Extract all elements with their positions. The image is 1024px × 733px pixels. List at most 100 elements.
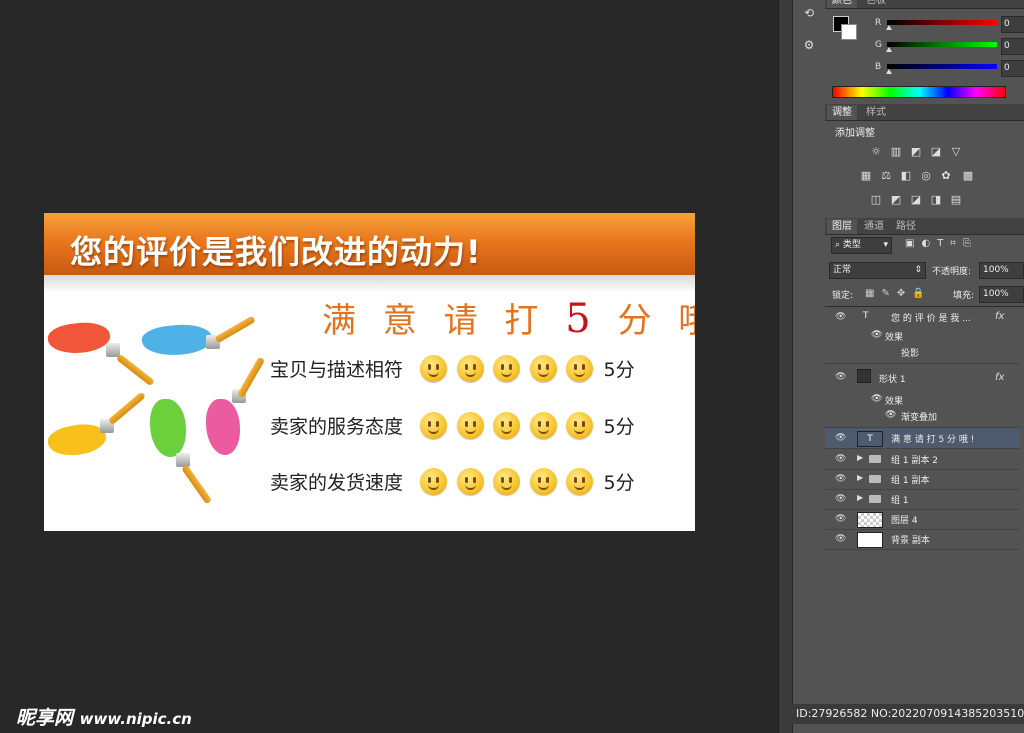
fill-input[interactable]: 100% — [979, 286, 1024, 303]
eye-icon[interactable]: 👁 — [835, 312, 846, 322]
eye-icon[interactable]: 👁 — [835, 433, 846, 443]
tab-paths[interactable]: 路径 — [891, 219, 921, 234]
slogan-number: 5 — [565, 296, 599, 342]
history-icon[interactable]: ⟲ — [801, 6, 817, 20]
exposure-icon[interactable]: ◪ — [929, 146, 943, 158]
color-balance-icon[interactable]: ⚖ — [879, 170, 893, 182]
layer-filter-kind[interactable]: ⌕ 类型 ▾ — [831, 237, 892, 254]
red-gradient — [887, 20, 997, 25]
eye-icon[interactable]: 👁 — [871, 394, 882, 404]
lock-label: 锁定: — [832, 291, 854, 301]
curves-icon[interactable]: ◩ — [909, 146, 923, 158]
tab-layers[interactable]: 图层 — [827, 219, 857, 234]
red-thumb[interactable] — [886, 25, 892, 30]
eye-icon[interactable]: 👁 — [835, 372, 846, 382]
lock-position-icon[interactable]: ✥ — [897, 288, 912, 299]
blue-slider[interactable]: B 0 — [875, 60, 1024, 77]
color-spectrum[interactable] — [832, 86, 1006, 98]
rating-score: 5分 — [603, 415, 635, 438]
vibrance-icon[interactable]: ▽ — [949, 146, 963, 158]
lock-transparent-icon[interactable]: ▦ — [865, 288, 881, 299]
slogan-pre: 满 意 请 打 — [322, 301, 547, 341]
folder-icon — [869, 455, 881, 463]
threshold-icon[interactable]: ◪ — [909, 194, 923, 206]
green-slider[interactable]: G 0 — [875, 38, 1024, 55]
red-slider[interactable]: R 0 — [875, 16, 1024, 33]
smiley-icon — [420, 467, 447, 495]
effect-row-gradient-overlay[interactable]: 👁 渐变叠加 — [825, 409, 1020, 428]
layer-row[interactable]: 👁 ▶ 组 1 — [825, 489, 1020, 510]
smiley-icon — [456, 411, 484, 439]
tab-channels[interactable]: 通道 — [859, 219, 889, 234]
layer-row[interactable]: 👁 背景 副本 — [825, 529, 1020, 550]
black-white-icon[interactable]: ◧ — [899, 170, 913, 182]
rating-score: 5分 — [603, 358, 635, 381]
channel-mixer-icon[interactable]: ✿ — [939, 170, 953, 182]
levels-icon[interactable]: ▥ — [889, 146, 903, 158]
red-value[interactable]: 0 — [1001, 16, 1024, 33]
lock-pixels-icon[interactable]: ✎ — [881, 288, 896, 299]
blend-mode-select[interactable]: 正常 ⇕ — [829, 262, 926, 279]
expand-arrow-icon[interactable]: ▶ — [857, 453, 863, 462]
blue-value[interactable]: 0 — [1001, 60, 1024, 77]
hue-saturation-icon[interactable]: ▦ — [859, 170, 873, 182]
effect-label: 效果 — [885, 397, 904, 407]
effects-row[interactable]: 👁 效果 — [825, 393, 1020, 409]
document-canvas[interactable]: 您的评价是我们改进的动力! 满 意 请 打 5 分 哦 ! 宝贝与描述相符 — [44, 213, 695, 531]
invert-icon[interactable]: ◫ — [869, 194, 883, 206]
blue-thumb[interactable] — [886, 69, 892, 74]
brightness-icon[interactable]: ☼ — [869, 146, 883, 158]
layer-name: 组 1 副本 2 — [891, 456, 939, 466]
color-panel-tabs: 颜色 色板 — [825, 0, 1024, 9]
layers-panel-tabs: 图层 通道 路径 — [825, 218, 1024, 235]
tab-adjustments[interactable]: 调整 — [827, 105, 857, 120]
chevron-down-icon: ⇕ — [914, 265, 922, 275]
fx-icon: fx — [995, 311, 1005, 322]
properties-icon[interactable]: ⚙ — [801, 38, 817, 52]
selective-color-icon[interactable]: ◨ — [929, 194, 943, 206]
canvas-area[interactable]: 您的评价是我们改进的动力! 满 意 请 打 5 分 哦 ! 宝贝与描述相符 — [0, 0, 778, 733]
opacity-value: 100% — [983, 265, 1009, 275]
tab-styles[interactable]: 样式 — [861, 105, 891, 120]
expand-arrow-icon[interactable]: ▶ — [857, 493, 863, 502]
layer-row[interactable]: 👁 T 您 的 评 价 是 我 ... fx — [825, 307, 1020, 329]
brush-handle-pink — [236, 356, 266, 399]
layer-row[interactable]: 👁 形状 1 fx — [825, 364, 1020, 390]
layer-row[interactable]: 👁 ▶ 组 1 副本 2 — [825, 449, 1020, 470]
eye-icon[interactable]: 👁 — [885, 410, 896, 420]
shape-filter-icon[interactable]: ⌗ — [950, 238, 963, 249]
smart-filter-icon[interactable]: ⎘ — [963, 238, 978, 249]
eye-icon[interactable]: 👁 — [835, 534, 846, 544]
expand-arrow-icon[interactable]: ▶ — [857, 473, 863, 482]
effect-row-drop-shadow[interactable]: 投影 — [825, 345, 1020, 364]
lock-all-icon[interactable]: 🔒 — [912, 288, 931, 299]
smiley-icon — [456, 354, 484, 382]
adjust-filter-icon[interactable]: ◐ — [921, 238, 937, 249]
layer-row[interactable]: 👁 图层 4 — [825, 509, 1020, 530]
eye-icon[interactable]: 👁 — [835, 514, 846, 524]
tab-color[interactable]: 颜色 — [827, 0, 857, 8]
opacity-input[interactable]: 100% — [979, 262, 1024, 279]
image-id-footer: ID:27926582 NO:20220709143852035105 — [788, 704, 1024, 724]
green-value[interactable]: 0 — [1001, 38, 1024, 55]
green-thumb[interactable] — [886, 47, 892, 52]
layer-row[interactable]: 👁 ▶ 组 1 副本 — [825, 469, 1020, 490]
eye-icon[interactable]: 👁 — [835, 454, 846, 464]
rating-row-shipping: 卖家的发货速度 5分 — [270, 466, 635, 496]
tab-swatches[interactable]: 色板 — [861, 0, 891, 8]
panel-collapse-strip[interactable] — [778, 0, 793, 733]
eye-icon[interactable]: 👁 — [835, 494, 846, 504]
gradient-map-icon[interactable]: ▤ — [949, 194, 963, 206]
pixel-filter-icon[interactable]: ▣ — [905, 238, 921, 249]
background-color-swatch[interactable] — [841, 24, 857, 40]
eye-icon[interactable]: 👁 — [871, 330, 882, 340]
smiley-icon — [529, 411, 557, 439]
photo-filter-icon[interactable]: ◎ — [919, 170, 933, 182]
type-filter-icon[interactable]: T — [937, 238, 950, 249]
posterize-icon[interactable]: ◩ — [889, 194, 903, 206]
effects-row[interactable]: 👁 效果 — [825, 329, 1020, 345]
layer-row-selected[interactable]: 👁 T 满 意 请 打 5 分 哦 ! — [825, 428, 1020, 449]
rating-row-service: 卖家的服务态度 5分 — [270, 410, 635, 440]
eye-icon[interactable]: 👁 — [835, 474, 846, 484]
color-lookup-icon[interactable]: ▩ — [961, 170, 975, 182]
